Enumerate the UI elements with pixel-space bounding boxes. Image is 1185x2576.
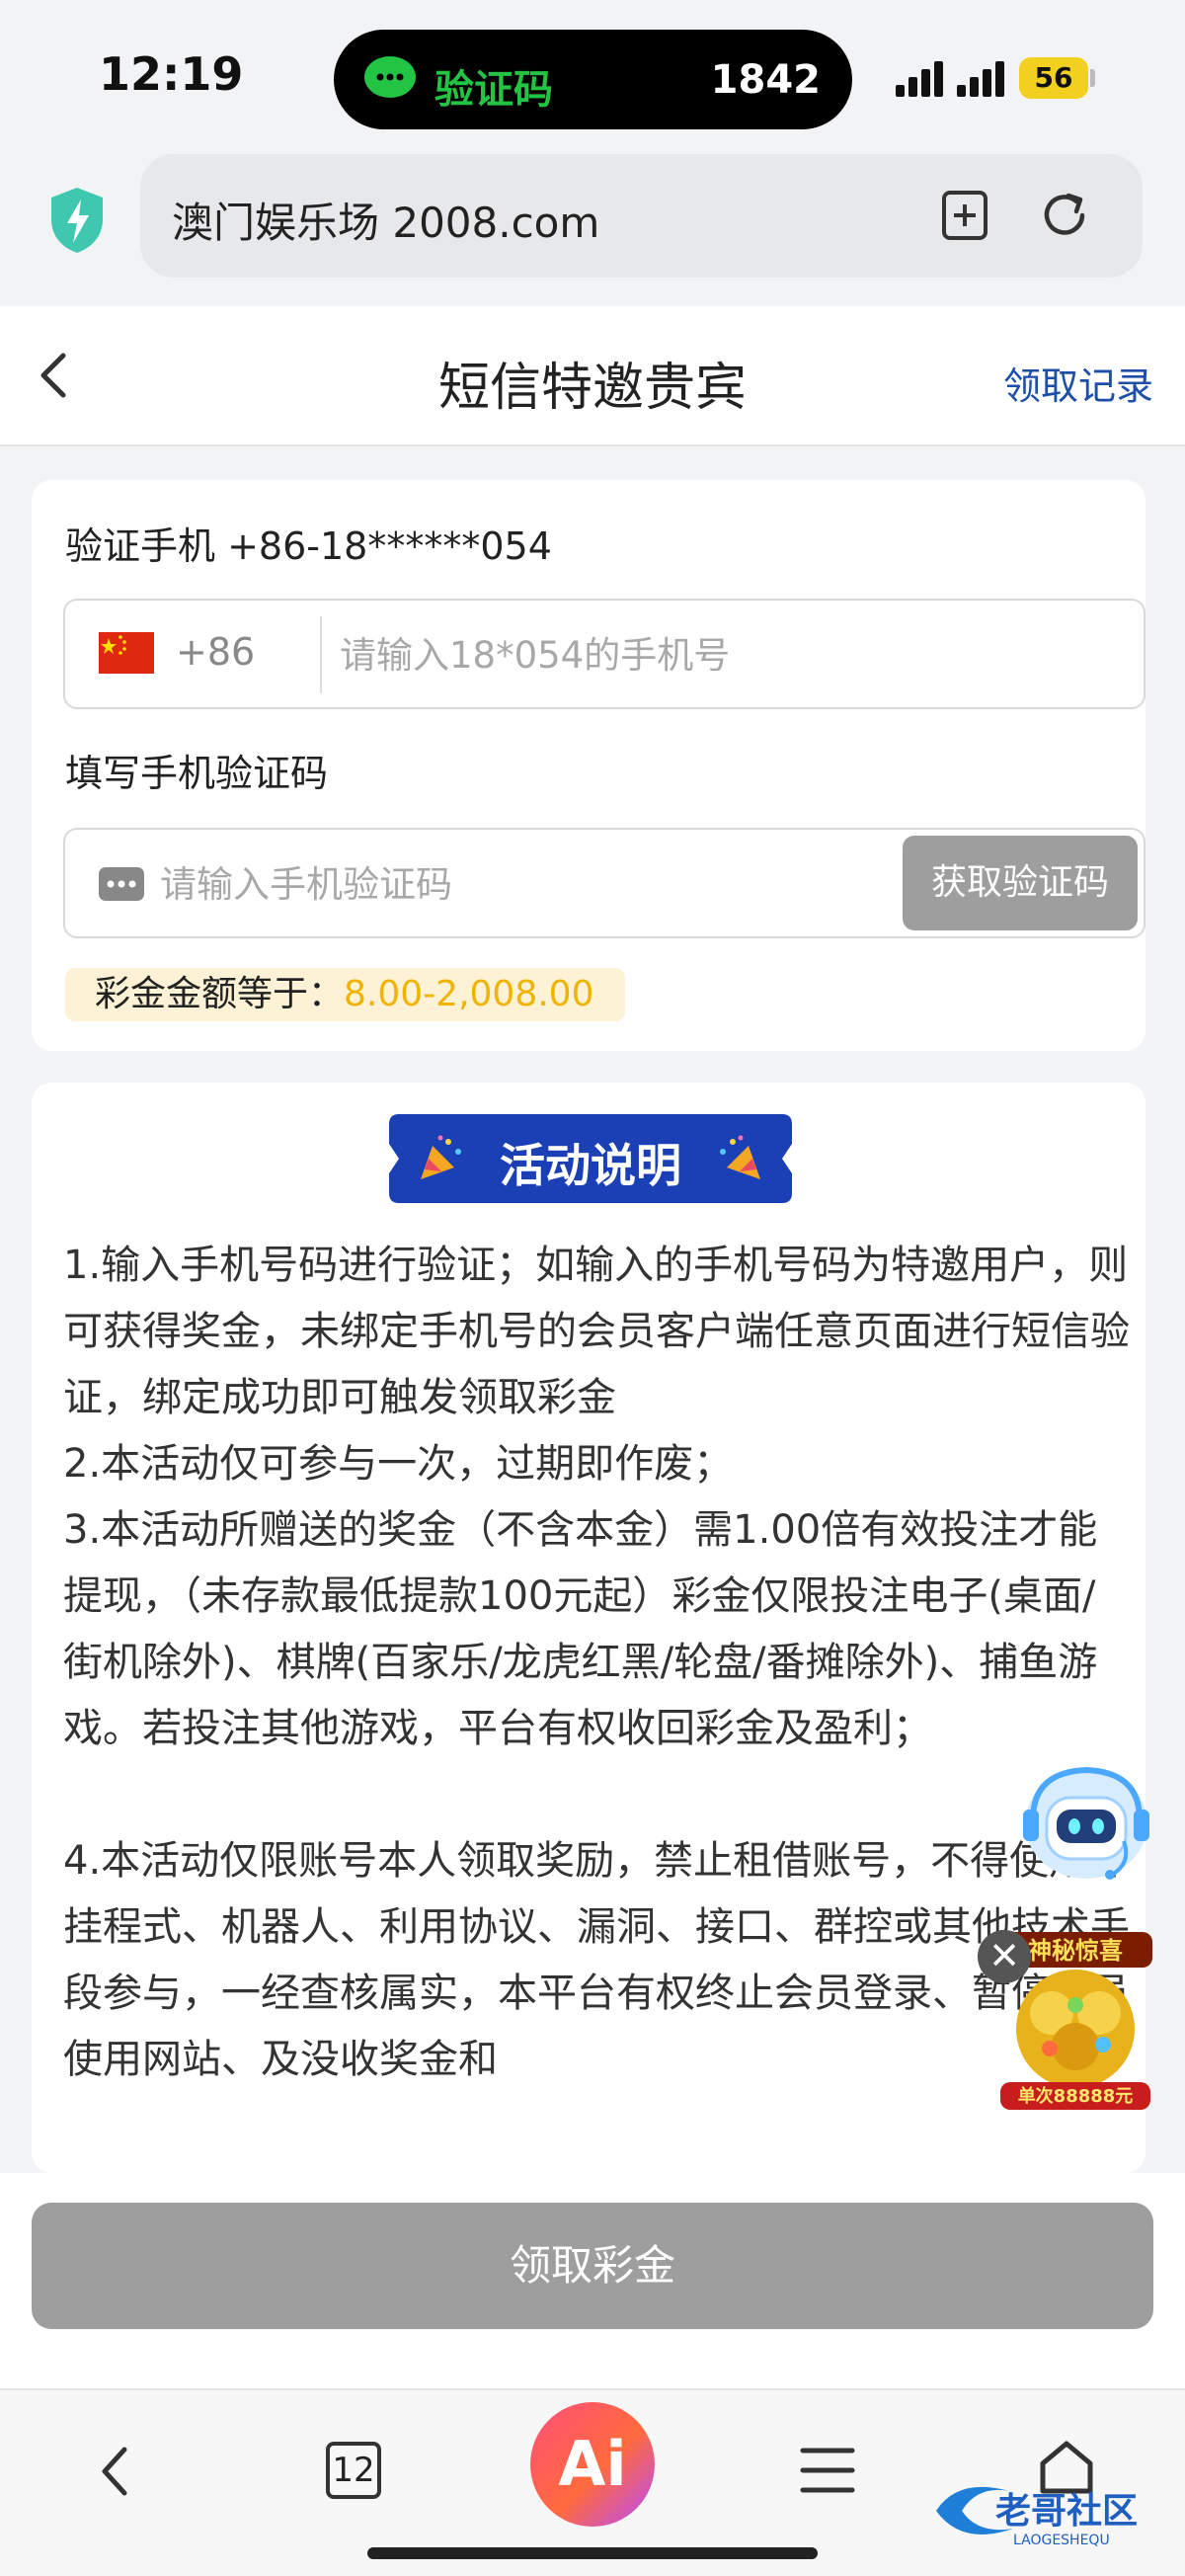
claim-bar: 领取彩金 (0, 2173, 1185, 2388)
nav-back-icon[interactable] (91, 2440, 140, 2503)
watermark-text: 老哥社区 (995, 2491, 1138, 2532)
wechat-icon (364, 56, 416, 98)
verify-card: 验证手机 +86-18******054 +86 填写手机验证码 获取验证码 彩… (32, 480, 1146, 1051)
activity-rules: 1.输入手机号码进行验证；如输入的手机号码为特邀用户，则可获得奖金，未绑定手机号… (63, 1233, 1130, 2093)
signal-icon (896, 61, 1004, 97)
tabs-button[interactable]: 12 (326, 2442, 381, 2499)
customer-service-robot-icon[interactable] (1017, 1754, 1155, 1888)
page-header: 短信特邀贵宾 领取记录 (0, 306, 1185, 446)
bonus-label: 彩金金额等于： (95, 974, 345, 1014)
country-code[interactable]: +86 (176, 630, 255, 674)
bookmark-add-icon[interactable] (940, 190, 989, 241)
gift-title: 神秘惊喜 (1028, 1937, 1123, 1965)
verify-phone-label: 验证手机 +86-18******054 (65, 524, 552, 568)
notification-code: 1842 (710, 57, 821, 103)
battery-cap (1090, 69, 1095, 87)
home-indicator[interactable] (367, 2547, 818, 2559)
phone-field[interactable]: +86 (63, 599, 1146, 709)
claim-records-link[interactable]: 领取记录 (1003, 356, 1153, 410)
sms-icon (99, 867, 144, 901)
dynamic-island-notification[interactable]: 验证码 1842 (334, 30, 852, 129)
reload-icon[interactable] (1039, 190, 1090, 241)
battery-indicator: 56 (1019, 57, 1088, 99)
security-shield-icon[interactable] (47, 186, 107, 255)
close-icon[interactable]: ✕ (978, 1930, 1031, 1983)
notification-label: 验证码 (434, 67, 553, 113)
ai-button[interactable]: Ai (530, 2402, 655, 2527)
menu-icon[interactable] (800, 2446, 855, 2495)
activity-banner: 活动说明 (389, 1114, 792, 1203)
watermark-logo: 老哥社区 LAOGESHEQU (936, 2486, 1138, 2548)
rule-item: 3.本活动所赠送的奖金（不含本金）需1.00倍有效投注才能提现，（未存款最低提款… (63, 1507, 1098, 1751)
browser-address-row: 澳门娱乐场 2008.com (0, 148, 1185, 306)
rule-item: 4.本活动仅限账号本人领取奖励，禁止租借账号，不得使用外挂程式、机器人、利用协议… (63, 1838, 1130, 2082)
china-flag-icon (99, 632, 154, 674)
rule-item: 1.输入手机号码进行验证；如输入的手机号码为特邀用户，则可获得奖金，未绑定手机号… (63, 1243, 1130, 1420)
verify-code-label: 填写手机验证码 (65, 752, 329, 795)
get-code-button[interactable]: 获取验证码 (903, 836, 1138, 930)
rule-item: 2.本活动仅可参与一次，过期即作废； (63, 1441, 734, 1487)
phone-input[interactable] (340, 628, 1120, 682)
status-time: 12:19 (99, 47, 244, 101)
rule-spacer (63, 1762, 1130, 1828)
status-bar: 12:19 验证码 1842 56 (0, 0, 1185, 148)
code-field[interactable]: 获取验证码 (63, 828, 1146, 938)
field-divider (320, 616, 322, 693)
watermark-subtext: LAOGESHEQU (1013, 2533, 1110, 2548)
activity-title: 活动说明 (500, 1139, 681, 1192)
claim-bonus-button[interactable]: 领取彩金 (32, 2203, 1153, 2329)
bonus-value: 8.00-2,008.00 (344, 974, 594, 1014)
browser-nav-bar: 12 Ai 老哥社区 LAOGESHEQU (0, 2388, 1185, 2576)
code-input[interactable] (160, 857, 792, 911)
url-bar[interactable]: 澳门娱乐场 2008.com (140, 154, 1143, 278)
bonus-amount-badge: 彩金金额等于：8.00-2,008.00 (65, 968, 626, 1021)
activity-info-card: 活动说明 1.输入手机号码进行验证；如输入的手机号码为特邀用户，则可获得奖金，未… (32, 1083, 1146, 2173)
url-text: 澳门娱乐场 2008.com (172, 199, 600, 247)
gift-subtitle: 单次88888元 (1018, 2085, 1134, 2107)
